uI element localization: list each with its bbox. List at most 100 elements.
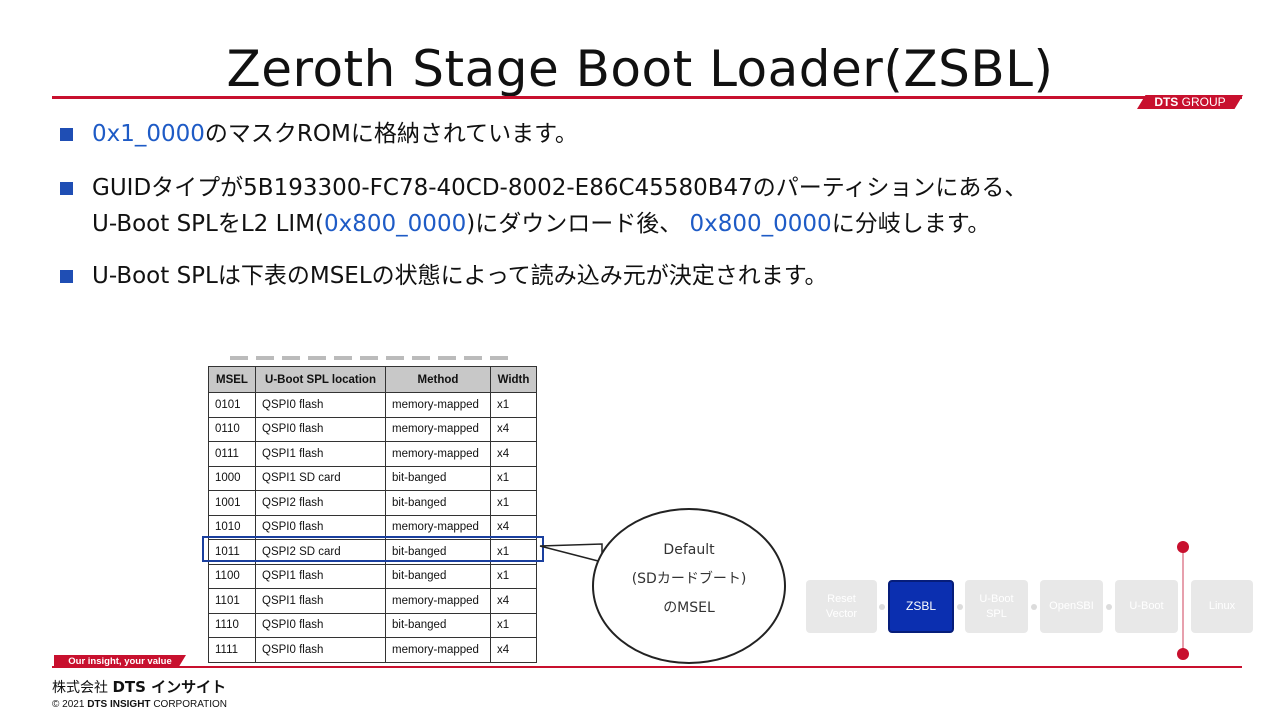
cell-location: QSPI0 flash (255, 612, 386, 638)
cell-location: QSPI0 flash (255, 637, 386, 663)
flow-step-label: Linux (1208, 600, 1236, 612)
flow-connector (957, 604, 963, 610)
flow-step-reset-vector: Reset Vector (806, 580, 877, 633)
callout-line-1: Default (663, 542, 715, 558)
cell-width: x1 (490, 563, 537, 589)
cell-method: memory-mapped (385, 588, 491, 614)
corporate-logo: 株式会社 DTS インサイト (52, 676, 226, 697)
header-width: Width (490, 366, 537, 393)
brand-tag: DTS GROUP (1137, 95, 1243, 109)
flow-connector (1106, 604, 1112, 610)
table-row: 0111 QSPI1 flash memory-mapped x4 (208, 441, 537, 467)
cell-method: memory-mapped (385, 392, 491, 418)
header-msel: MSEL (208, 366, 256, 393)
bullet-square-icon (60, 182, 73, 195)
header-method: Method (385, 366, 491, 393)
cell-msel: 1100 (208, 563, 256, 589)
bullet-line-2c: に分岐します。 (831, 211, 991, 237)
cell-width: x4 (490, 416, 537, 442)
msel-table-wrap: MSEL U-Boot SPL location Method Width 01… (208, 366, 537, 663)
progress-marker-top-dot (1177, 541, 1189, 553)
bullet-line-2b: )にダウンロード後、 (466, 211, 690, 237)
cell-width: x1 (490, 465, 537, 491)
flow-step-linux: Linux (1191, 580, 1253, 633)
table-row: 1110 QSPI0 flash bit-banged x1 (208, 612, 537, 638)
cell-method: bit-banged (385, 465, 491, 491)
cell-method: memory-mapped (385, 416, 491, 442)
cell-msel: 1001 (208, 490, 256, 516)
flow-step-label: Reset Vector (825, 592, 858, 620)
cell-method: bit-banged (385, 563, 491, 589)
address-highlight: 0x800_0000 (689, 211, 832, 237)
table-row: 0110 QSPI0 flash memory-mapped x4 (208, 416, 537, 442)
table-row: 1101 QSPI1 flash memory-mapped x4 (208, 588, 537, 614)
title-divider (52, 96, 1242, 99)
progress-marker-line (1182, 546, 1184, 654)
cell-location: QSPI1 flash (255, 588, 386, 614)
cell-msel: 0111 (208, 441, 256, 467)
cell-location: QSPI0 flash (255, 392, 386, 418)
cell-width: x4 (490, 637, 537, 663)
brand-tag-bold: DTS (1154, 95, 1179, 109)
flow-connector (1031, 604, 1037, 610)
bullet-guid: GUIDタイプが5B193300-FC78-40CD-8002-E86C4558… (60, 170, 1027, 242)
callout-text: Default (SDカードブート) のMSEL (592, 536, 786, 623)
bullet-line-2a: U-Boot SPLをL2 LIM( (92, 211, 325, 237)
cell-width: x1 (490, 612, 537, 638)
bullet-text: U-Boot SPLは下表のMSELの状態によって読み込み元が決定されます。 (92, 263, 828, 289)
cell-msel: 0110 (208, 416, 256, 442)
cell-location: QSPI1 SD card (255, 465, 386, 491)
cell-msel: 1111 (208, 637, 256, 663)
table-row: 1000 QSPI1 SD card bit-banged x1 (208, 465, 537, 491)
table-row: 1100 QSPI1 flash bit-banged x1 (208, 563, 537, 589)
page-title: Zeroth Stage Boot Loader(ZSBL) (226, 40, 1054, 98)
cell-location: QSPI1 flash (255, 441, 386, 467)
bullet-mask-rom: 0x1_0000のマスクROMに格納されています。 (60, 116, 578, 152)
callout-line-3: のMSEL (663, 600, 715, 616)
copyright-company: DTS INSIGHT (87, 699, 151, 710)
table-row: 0101 QSPI0 flash memory-mapped x1 (208, 392, 537, 418)
flow-step-label: OpenSBI (1049, 600, 1094, 612)
corp-prefix: 株式会社 (52, 680, 108, 696)
flow-step-opensbi: OpenSBI (1040, 580, 1103, 633)
cell-width: x1 (490, 490, 537, 516)
flow-step-uboot: U-Boot (1115, 580, 1178, 633)
flow-step-label: ZSBL (905, 599, 936, 613)
cell-msel: 1000 (208, 465, 256, 491)
cell-method: bit-banged (385, 490, 491, 516)
header-location: U-Boot SPL location (255, 366, 386, 393)
flow-connector (879, 604, 885, 610)
flow-step-zsbl: ZSBL (888, 580, 954, 633)
cell-method: memory-mapped (385, 637, 491, 663)
bullet-text: 0x1_0000のマスクROMに格納されています。 (92, 116, 578, 152)
cell-width: x4 (490, 588, 537, 614)
cell-width: x1 (490, 392, 537, 418)
table-row: 1001 QSPI2 flash bit-banged x1 (208, 490, 537, 516)
address-highlight: 0x800_0000 (324, 211, 467, 237)
cell-width: x4 (490, 441, 537, 467)
cell-method: memory-mapped (385, 441, 491, 467)
progress-marker-bottom-dot (1177, 648, 1189, 660)
bullet-square-icon (60, 270, 73, 283)
footer-tagline: Our insight, your value (54, 655, 186, 668)
cell-msel: 1101 (208, 588, 256, 614)
table-header-row: MSEL U-Boot SPL location Method Width (208, 366, 537, 393)
copyright-prefix: © 2021 (52, 699, 85, 710)
cell-msel: 0101 (208, 392, 256, 418)
bullet-square-icon (60, 128, 73, 141)
cell-location: QSPI2 flash (255, 490, 386, 516)
highlighted-row-frame (202, 536, 544, 562)
bullet-line-1: GUIDタイプが5B193300-FC78-40CD-8002-E86C4558… (92, 175, 1028, 201)
bullet-body: のマスクROMに格納されています。 (204, 121, 578, 147)
flow-step-label: U-Boot SPL (979, 592, 1014, 620)
copyright: © 2021 DTS INSIGHT CORPORATION (52, 699, 227, 710)
cell-location: QSPI1 flash (255, 563, 386, 589)
bullet-text: GUIDタイプが5B193300-FC78-40CD-8002-E86C4558… (92, 170, 1027, 242)
cell-method: bit-banged (385, 612, 491, 638)
cell-location: QSPI0 flash (255, 416, 386, 442)
flow-step-uboot-spl: U-Boot SPL (965, 580, 1028, 633)
table-caption-fragment (230, 356, 510, 360)
msel-table: MSEL U-Boot SPL location Method Width 01… (208, 366, 537, 663)
copyright-rest: CORPORATION (153, 699, 228, 710)
footer-divider (52, 666, 1242, 668)
